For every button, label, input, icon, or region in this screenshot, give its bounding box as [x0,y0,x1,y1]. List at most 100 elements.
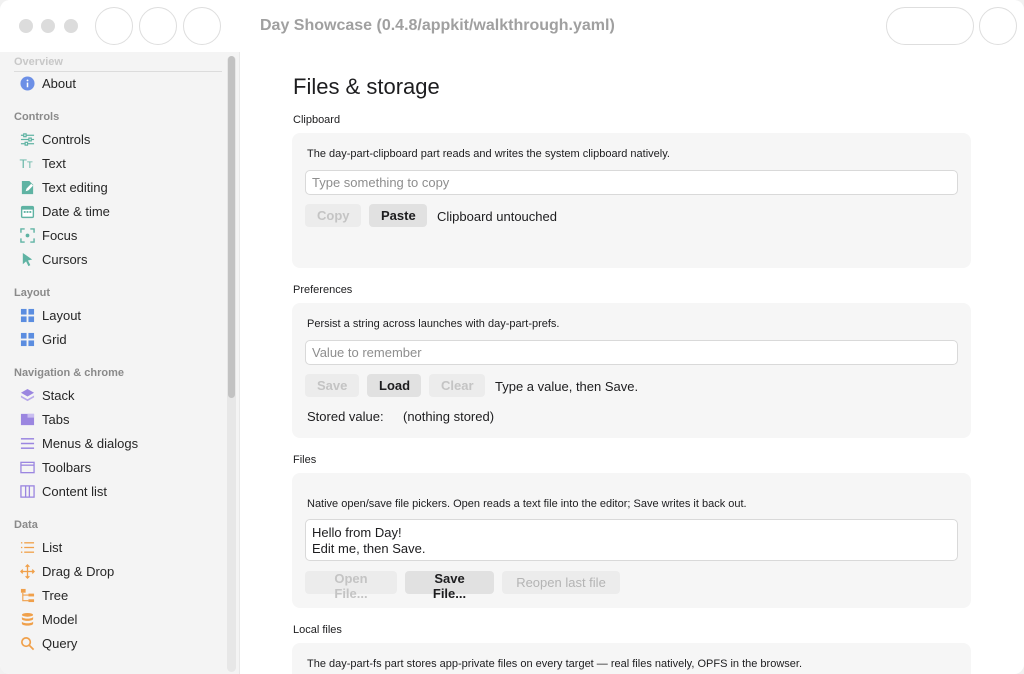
sidebar-item-controls[interactable]: Controls [14,128,220,150]
sidebar-item-grid[interactable]: Grid [14,328,220,350]
paste-button[interactable]: Paste [369,204,427,227]
sidebar-item-drag-drop[interactable]: Drag & Drop [14,560,220,582]
clear-pref-button[interactable]: Clear [429,374,485,397]
sidebar-item-label: Focus [42,227,78,243]
sidebar-item-about[interactable]: About [14,72,220,94]
clipboard-card: The day-part-clipboard part reads and wr… [292,133,971,268]
sidebar-section-data: Data [14,519,38,531]
sidebar-item-cursors[interactable]: Cursors [14,248,220,270]
sidebar-item-label: Tabs [42,411,70,427]
sidebar-item-label: List [42,539,63,555]
sidebar-item-label: Tree [42,587,69,603]
title-bar: Day Showcase (0.4.8/appkit/walkthrough.y… [0,0,1024,52]
clipboard-input[interactable] [305,170,958,195]
save-file-button[interactable]: Save File... [405,571,494,601]
sidebar-section-controls: Controls [14,111,60,123]
sidebar-item-label: Cursors [42,251,88,267]
preferences-card: Persist a string across launches with da… [292,303,971,438]
sidebar-item-query[interactable]: Query [14,632,220,654]
preferences-input[interactable] [305,340,958,365]
info-icon [18,74,36,92]
open-file-button[interactable]: Open File... [305,571,397,601]
sidebar-item-label: Text [42,155,66,171]
sidebar-item-list[interactable]: List [14,536,220,558]
sidebar-item-label: Controls [42,131,91,147]
calendar-icon [18,202,36,220]
preferences-description: Persist a string across launches with da… [307,318,560,330]
sidebar-item-date-time[interactable]: Date & time [14,200,220,222]
sidebar-item-label: Query [42,635,78,651]
local-files-group-label: Local files [293,624,342,636]
sidebar-item-content-list[interactable]: Content list [14,480,220,502]
sidebar-item-focus[interactable]: Focus [14,224,220,246]
reopen-last-file-button[interactable]: Reopen last file [502,571,620,594]
tabs-icon [18,410,36,428]
clipboard-group-label: Clipboard [293,114,341,126]
tree-icon [18,586,36,604]
sidebar-item-label: Menus & dialogs [42,435,139,451]
file-editor[interactable]: Hello from Day! Edit me, then Save. [305,519,958,561]
app-window: Day Showcase (0.4.8/appkit/walkthrough.y… [0,0,1024,674]
toolbar-action-button[interactable] [886,7,974,45]
sidebar-section-layout: Layout [14,287,51,299]
preferences-group-label: Preferences [293,284,353,296]
edit-document-icon [18,178,36,196]
text-icon: TT [18,154,36,172]
editor-line-2: Edit me, then Save. [312,541,426,556]
sidebar-item-tree[interactable]: Tree [14,584,220,606]
toolbar-button-1[interactable] [95,7,133,45]
sidebar-item-label: Date & time [42,203,110,219]
sidebar-item-label: Layout [42,307,82,323]
sidebar-faded-header: Overview [14,56,63,68]
database-icon [18,610,36,628]
copy-button[interactable]: Copy [305,204,361,227]
sidebar-item-toolbars[interactable]: Toolbars [14,456,220,478]
grid-icon [18,330,36,348]
cursor-icon [18,250,36,268]
sidebar-item-label: About [42,75,76,91]
sidebar-item-menus-dialogs[interactable]: Menus & dialogs [14,432,220,454]
sidebar-section-navigation: Navigation & chrome [14,367,125,379]
zoom-window-button[interactable] [64,19,78,33]
sidebar-item-label: Stack [42,387,75,403]
clipboard-status: Clipboard untouched [437,209,557,224]
files-group-label: Files [293,454,317,466]
focus-icon [18,226,36,244]
stored-value-label: Stored value: [307,409,384,424]
sidebar-item-label: Toolbars [42,459,92,475]
sidebar-item-layout[interactable]: Layout [14,304,220,326]
sidebar-item-label: Text editing [42,179,108,195]
preferences-status: Type a value, then Save. [495,379,639,394]
clipboard-description: The day-part-clipboard part reads and wr… [307,148,670,160]
stack-icon [18,386,36,404]
sidebar: Overview About Controls Controls TT Text [0,52,240,674]
sidebar-item-label: Content list [42,483,108,499]
toolbar-button-3[interactable] [183,7,221,45]
svg-text:T: T [27,160,33,170]
window-icon [18,458,36,476]
sidebar-item-label: Grid [42,331,67,347]
sidebar-item-text-editing[interactable]: Text editing [14,176,220,198]
editor-line-1: Hello from Day! [312,525,402,540]
local-files-description: The day-part-fs part stores app-private … [307,658,803,670]
layout-grid-icon [18,306,36,324]
sidebar-scrollbar-thumb[interactable] [228,56,235,398]
sidebar-item-text[interactable]: TT Text [14,152,220,174]
load-pref-button[interactable]: Load [367,374,421,397]
sidebar-item-model[interactable]: Model [14,608,220,630]
minimize-window-button[interactable] [41,19,55,33]
files-description: Native open/save file pickers. Open read… [307,498,747,510]
page-title: Files & storage [293,74,440,99]
toolbar-button-2[interactable] [139,7,177,45]
sidebar-item-label: Model [42,611,78,627]
main-content: Files & storage Clipboard The day-part-c… [240,52,1024,674]
close-window-button[interactable] [19,19,33,33]
sidebar-item-tabs[interactable]: Tabs [14,408,220,430]
toolbar-more-button[interactable] [979,7,1017,45]
save-pref-button[interactable]: Save [305,374,359,397]
sliders-icon [18,130,36,148]
list-icon [18,538,36,556]
sidebar-item-stack[interactable]: Stack [14,384,220,406]
search-icon [18,634,36,652]
menu-lines-icon [18,434,36,452]
